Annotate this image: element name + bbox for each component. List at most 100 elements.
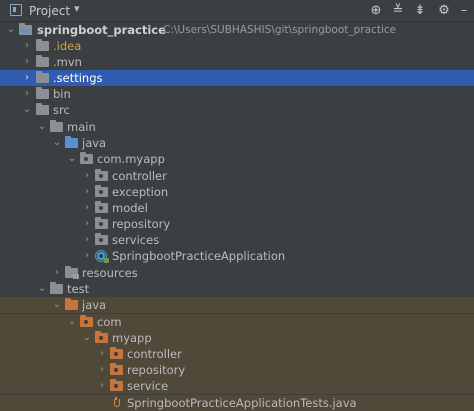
- chevron-right-icon[interactable]: ›: [82, 216, 92, 232]
- package-icon: [95, 185, 108, 197]
- java-file-icon: [112, 397, 122, 409]
- chevron-right-icon[interactable]: ›: [22, 86, 32, 102]
- chevron-down-icon[interactable]: ⌄: [67, 314, 77, 330]
- tree-row-tests-file[interactable]: SpringbootPracticeApplicationTests.java: [0, 395, 474, 411]
- chevron-down-icon[interactable]: ⌄: [52, 135, 62, 151]
- tree-row-services[interactable]: › services: [0, 232, 474, 248]
- tree-item-label: main: [67, 120, 96, 134]
- chevron-right-icon[interactable]: ›: [82, 232, 92, 248]
- chevron-right-icon[interactable]: ›: [82, 200, 92, 216]
- tree-item-label: repository: [112, 217, 171, 231]
- tree-item-label: repository: [127, 363, 186, 377]
- expand-all-icon[interactable]: ≚: [390, 3, 406, 19]
- chevron-right-icon[interactable]: ›: [97, 346, 107, 362]
- collapse-all-icon[interactable]: ⇟: [412, 3, 428, 19]
- tree-row-repository[interactable]: › repository: [0, 216, 474, 232]
- tree-item-label: model: [112, 201, 148, 215]
- tree-item-label: myapp: [112, 331, 152, 345]
- package-icon: [110, 347, 123, 359]
- tree-item-label: SpringbootPracticeApplication: [112, 249, 286, 263]
- folder-icon: [36, 71, 49, 83]
- tree-item-label: test: [67, 282, 90, 296]
- hide-icon[interactable]: –: [456, 3, 472, 19]
- folder-icon: [36, 55, 49, 67]
- folder-icon: [36, 87, 49, 99]
- target-icon[interactable]: ⊕: [368, 3, 384, 19]
- tree-row-project-root[interactable]: ⌄ springboot_practice C:\Users\SUBHASHIS…: [0, 22, 474, 38]
- tree-item-label: resources: [82, 266, 138, 280]
- tree-row-idea[interactable]: › .idea: [0, 38, 474, 54]
- tree-row-test[interactable]: ⌄ test: [0, 281, 474, 297]
- chevron-right-icon[interactable]: ›: [97, 378, 107, 394]
- tree-row-myapp[interactable]: ⌄ myapp: [0, 330, 474, 346]
- package-icon: [95, 169, 108, 181]
- tree-row-app-class[interactable]: › SpringbootPracticeApplication: [0, 248, 474, 264]
- tree-row-java-main[interactable]: ⌄ java: [0, 135, 474, 151]
- tree-item-label: exception: [112, 185, 169, 199]
- folder-icon: [50, 120, 63, 132]
- tree-row-resources[interactable]: › resources: [0, 265, 474, 281]
- folder-icon: [36, 103, 49, 115]
- chevron-down-icon[interactable]: ⌄: [52, 297, 62, 313]
- package-icon: [110, 379, 123, 391]
- tree-row-test-controller[interactable]: › controller: [0, 346, 474, 362]
- tree-row-model[interactable]: › model: [0, 200, 474, 216]
- package-icon: [95, 217, 108, 229]
- tree-row-test-service[interactable]: › service: [0, 378, 474, 394]
- project-tool-window-header: Project ▾ ⊕ ≚ ⇟ ⚙ –: [0, 0, 474, 22]
- chevron-right-icon[interactable]: ›: [52, 265, 62, 281]
- tree-row-java-test[interactable]: ⌄ java: [0, 297, 474, 313]
- package-icon: [95, 233, 108, 245]
- tree-item-label: .idea: [53, 39, 82, 53]
- source-folder-icon: [65, 136, 78, 148]
- tree-item-label: java: [82, 136, 107, 150]
- chevron-right-icon[interactable]: ›: [22, 38, 32, 54]
- project-tree[interactable]: ⌄ springboot_practice C:\Users\SUBHASHIS…: [0, 22, 474, 411]
- tree-row-controller[interactable]: › controller: [0, 168, 474, 184]
- tree-item-label: .settings: [53, 71, 103, 85]
- tree-item-label: SpringbootPracticeApplicationTests.java: [127, 396, 357, 410]
- tree-item-label: bin: [53, 87, 71, 101]
- gear-icon[interactable]: ⚙: [436, 3, 452, 19]
- tree-item-label: java: [82, 298, 107, 312]
- chevron-right-icon[interactable]: ›: [22, 70, 32, 86]
- resources-folder-icon: [65, 266, 79, 279]
- tree-row-settings[interactable]: › .settings: [0, 70, 474, 86]
- chevron-right-icon[interactable]: ›: [97, 362, 107, 378]
- chevron-down-icon[interactable]: ▾: [74, 2, 80, 15]
- tree-item-label: com.myapp: [97, 152, 165, 166]
- chevron-right-icon[interactable]: ›: [82, 168, 92, 184]
- folder-icon: [36, 39, 49, 51]
- package-icon: [110, 363, 123, 375]
- tree-row-main[interactable]: ⌄ main: [0, 119, 474, 135]
- tree-row-exception[interactable]: › exception: [0, 184, 474, 200]
- package-icon: [95, 331, 108, 343]
- project-path: C:\Users\SUBHASHIS\git\springboot_practi…: [163, 24, 397, 36]
- tree-item-label: controller: [112, 169, 167, 183]
- package-icon: [80, 315, 93, 327]
- tree-row-mvn[interactable]: › .mvn: [0, 54, 474, 70]
- chevron-right-icon[interactable]: ›: [82, 184, 92, 200]
- tree-row-test-repository[interactable]: › repository: [0, 362, 474, 378]
- chevron-right-icon[interactable]: ›: [22, 54, 32, 70]
- chevron-down-icon[interactable]: ⌄: [6, 22, 16, 38]
- test-source-folder-icon: [65, 298, 78, 310]
- package-icon: [80, 152, 93, 164]
- chevron-right-icon[interactable]: ›: [82, 248, 92, 264]
- chevron-down-icon[interactable]: ⌄: [22, 102, 32, 118]
- folder-icon: [50, 282, 63, 294]
- tree-row-bin[interactable]: › bin: [0, 86, 474, 102]
- tree-row-src[interactable]: ⌄ src: [0, 102, 474, 118]
- project-view-icon: [10, 4, 22, 16]
- tree-row-com-myapp[interactable]: ⌄ com.myapp: [0, 151, 474, 167]
- package-icon: [95, 201, 108, 213]
- tree-item-label: service: [127, 379, 169, 393]
- project-folder-icon: [19, 23, 32, 35]
- chevron-down-icon[interactable]: ⌄: [37, 281, 47, 297]
- chevron-down-icon[interactable]: ⌄: [82, 330, 92, 346]
- tool-window-title[interactable]: Project: [29, 4, 70, 18]
- chevron-down-icon[interactable]: ⌄: [37, 119, 47, 135]
- chevron-down-icon[interactable]: ⌄: [67, 151, 77, 167]
- tree-item-label: controller: [127, 347, 182, 361]
- tree-row-com[interactable]: ⌄ com: [0, 314, 474, 330]
